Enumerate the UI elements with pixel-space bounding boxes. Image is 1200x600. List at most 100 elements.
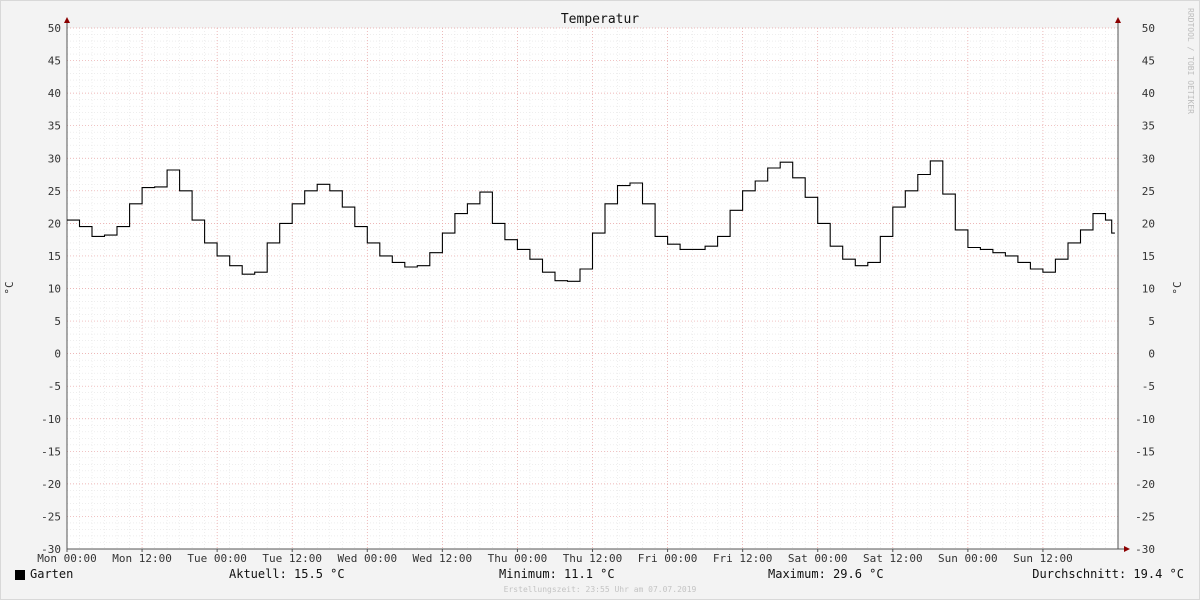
y-tick-label-right: -25 [1135,510,1155,523]
y-tick-label-right: 15 [1142,250,1155,263]
data-point [79,226,80,227]
data-point [117,226,118,227]
data-point [680,249,681,250]
data-point [767,168,768,169]
y-tick-label-left: -20 [41,478,61,491]
data-point [479,192,480,193]
data-point [930,160,931,161]
data-point [967,247,968,248]
average-value: Durchschnitt: 19.4 °C [1032,567,1184,581]
data-point [129,203,130,204]
data-point [492,223,493,224]
y-tick-label-right: -30 [1135,543,1155,556]
data-point [142,187,143,188]
data-point [880,236,881,237]
x-axis-arrow [1124,546,1130,552]
data-point [617,185,618,186]
data-point [817,223,818,224]
data-point [742,190,743,191]
data-point [379,255,380,256]
y-tick-label-right: 5 [1148,315,1155,328]
data-point [1080,229,1081,230]
x-tick-label: Tue 00:00 [187,552,247,565]
y-axis-arrow-left [64,17,70,23]
data-point [292,203,293,204]
y-tick-label-right: 45 [1142,55,1155,68]
data-point [504,239,505,240]
data-point [905,190,906,191]
data-point [179,190,180,191]
x-tick-label: Mon 00:00 [37,552,97,565]
data-point [792,177,793,178]
data-point [254,272,255,273]
data-point [1068,242,1069,243]
data-point [1093,213,1094,214]
watermark: RRDTOOL / TOBI OETIKER [1186,8,1195,114]
data-point [367,242,368,243]
creation-timestamp: Erstellungszeit: 23:55 Uhr am 07.07.2019 [503,585,697,594]
y-tick-label-right: 50 [1142,22,1155,35]
y-tick-label-right: 20 [1142,217,1155,230]
maximum-value: Maximum: 29.6 °C [768,567,884,581]
data-point [692,249,693,250]
legend-label: Garten [30,567,74,581]
data-point [404,267,405,268]
x-tick-label: Thu 00:00 [488,552,548,565]
data-point [342,207,343,208]
y-tick-label-left: 20 [48,217,61,230]
data-point [705,246,706,247]
y-tick-label-left: -15 [41,445,61,458]
data-point [830,246,831,247]
data-point [655,236,656,237]
y-tick-label-left: 35 [48,120,61,133]
data-point [454,213,455,214]
data-point [229,265,230,266]
x-tick-label: Tue 12:00 [262,552,322,565]
x-tick-label: Wed 00:00 [337,552,397,565]
chart-title: Temperatur [561,12,639,27]
data-point [867,262,868,263]
y-tick-label-right: 0 [1148,348,1155,361]
legend-swatch [15,570,25,580]
data-point [630,183,631,184]
y-axis-arrow-right [1115,17,1121,23]
x-tick-label: Mon 12:00 [112,552,172,565]
y-tick-label-right: 30 [1142,152,1155,165]
x-tick-label: Sun 00:00 [938,552,998,565]
data-point [842,259,843,260]
data-point [992,252,993,253]
data-point [329,190,330,191]
y-tick-label-right: 10 [1142,283,1155,296]
y-tick-label-right: -10 [1135,413,1155,426]
y-tick-label-right: 40 [1142,87,1155,100]
data-point [417,265,418,266]
y-tick-label-left: -25 [41,510,61,523]
y-tick-label-left: 40 [48,87,61,100]
data-point [1030,269,1031,270]
y-tick-label-left: 5 [54,315,61,328]
data-point [605,203,606,204]
current-value: Aktuell: 15.5 °C [229,567,345,581]
data-point [392,262,393,263]
data-point [592,233,593,234]
data-point [1105,220,1106,221]
data-point [217,255,218,256]
y-tick-label-left: 45 [48,55,61,68]
y-tick-label-right: 25 [1142,185,1155,198]
x-tick-label: Wed 12:00 [413,552,473,565]
x-tick-label: Sat 00:00 [788,552,848,565]
data-point [892,207,893,208]
data-point [667,244,668,245]
data-point [855,265,856,266]
y-tick-label-left: 15 [48,250,61,263]
data-point [805,197,806,198]
data-point [942,194,943,195]
data-point [542,272,543,273]
data-point [1017,262,1018,263]
data-point [1005,255,1006,256]
data-point [529,259,530,260]
x-tick-label: Fri 00:00 [638,552,698,565]
y-tick-label-left: 0 [54,348,61,361]
y-tick-label-right: -20 [1135,478,1155,491]
data-point [429,252,430,253]
